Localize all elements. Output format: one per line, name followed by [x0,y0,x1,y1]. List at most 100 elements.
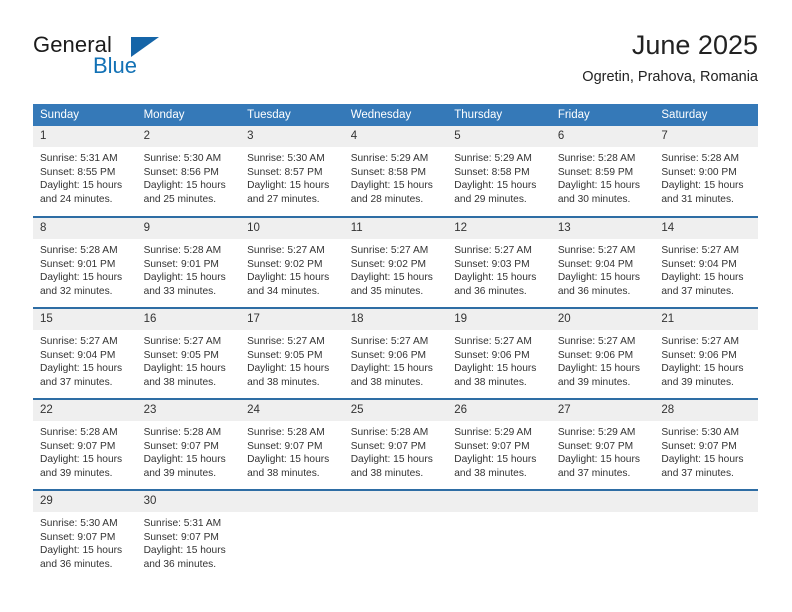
calendar-day-cell[interactable]: 7 Sunrise: 5:28 AM Sunset: 9:00 PM Daylight… [654,126,758,217]
day-details: Sunrise: 5:30 AM Sunset: 9:07 PM Daylight:… [654,421,758,480]
page-title: June 2025 [631,30,758,60]
sunrise-text: Sunrise: 5:29 AM [454,153,532,164]
day-number: 6 [550,126,655,147]
calendar-day-cell[interactable]: 10 Sunrise: 5:27 AM Sunset: 9:02 PM Dayligh… [240,216,344,308]
day-number: 14 [654,218,758,239]
sunset-text: Sunset: 8:56 PM [143,166,219,178]
calendar-day-cell[interactable]: 18 Sunrise: 5:27 AM Sunset: 9:06 PM Dayligh… [343,307,448,399]
daylight-text-line1: Daylight: 15 hours [143,454,226,466]
calendar-day-cell[interactable]: 3 Sunrise: 5:30 AM Sunset: 8:57 PM Daylight… [240,126,344,217]
daylight-text-line2: and 35 minutes. [350,285,424,297]
weekday-header-monday: Monday [136,104,241,126]
calendar-day-cell[interactable]: 23 Sunrise: 5:28 AM Sunset: 9:07 PM Dayligh… [136,398,241,490]
sunset-text: Sunset: 9:02 PM [247,258,323,270]
daylight-text-line2: and 37 minutes. [40,376,113,388]
calendar-day-cell[interactable]: 13 Sunrise: 5:27 AM Sunset: 9:04 PM Dayligh… [550,216,655,308]
calendar-day-cell-empty [447,489,551,581]
sunrise-text: Sunrise: 5:27 AM [350,336,429,347]
general-blue-logo[interactable]: General Blue [33,32,213,88]
daylight-text-line1: Daylight: 15 hours [557,363,640,375]
calendar-day-cell[interactable]: 25 Sunrise: 5:28 AM Sunset: 9:07 PM Dayligh… [343,398,448,490]
day-number: 16 [136,309,241,330]
day-number: 30 [136,491,241,512]
day-number: 8 [33,218,137,239]
day-number: 12 [447,218,551,239]
calendar-day-cell[interactable]: 28 Sunrise: 5:30 AM Sunset: 9:07 PM Dayligh… [654,398,758,490]
calendar-day-cell[interactable]: 6 Sunrise: 5:28 AM Sunset: 8:59 PM Daylight… [550,126,655,217]
calendar-week-row: 15 Sunrise: 5:27 AM Sunset: 9:04 PM Dayligh… [33,307,758,399]
calendar-day-cell[interactable]: 19 Sunrise: 5:27 AM Sunset: 9:06 PM Dayligh… [447,307,551,399]
calendar-day-cell[interactable]: 17 Sunrise: 5:27 AM Sunset: 9:05 PM Dayligh… [240,307,344,399]
sunrise-text: Sunrise: 5:29 AM [350,153,429,164]
daylight-text-line2: and 28 minutes. [350,193,424,205]
day-number [240,491,344,512]
daylight-text-line1: Daylight: 15 hours [143,180,226,192]
daylight-text-line2: and 24 minutes. [40,193,113,205]
day-number: 5 [447,126,551,147]
calendar-day-cell[interactable]: 16 Sunrise: 5:27 AM Sunset: 9:05 PM Dayligh… [136,307,241,399]
calendar-day-cell[interactable]: 8 Sunrise: 5:28 AM Sunset: 9:01 PM Daylight… [33,216,137,308]
calendar-day-cell[interactable]: 9 Sunrise: 5:28 AM Sunset: 9:01 PM Daylight… [136,216,241,308]
calendar-day-cell[interactable]: 27 Sunrise: 5:29 AM Sunset: 9:07 PM Dayligh… [550,398,655,490]
sunrise-text: Sunrise: 5:28 AM [247,427,325,438]
sunset-text: Sunset: 9:07 PM [350,440,427,452]
daylight-text-line2: and 38 minutes. [247,376,320,388]
day-details: Sunrise: 5:31 AM Sunset: 8:55 PM Daylight:… [33,147,137,206]
daylight-text-line1: Daylight: 15 hours [40,545,123,557]
calendar-day-cell-empty [343,489,448,581]
daylight-text-line2: and 37 minutes. [661,285,734,297]
calendar-day-cell[interactable]: 30 Sunrise: 5:31 AM Sunset: 9:07 PM Dayligh… [136,489,241,581]
calendar-day-cell[interactable]: 29 Sunrise: 5:30 AM Sunset: 9:07 PM Dayligh… [33,489,137,581]
sunset-text: Sunset: 9:03 PM [454,258,530,270]
day-number: 26 [447,400,551,421]
sunrise-text: Sunrise: 5:28 AM [40,427,118,438]
calendar-day-cell[interactable]: 20 Sunrise: 5:27 AM Sunset: 9:06 PM Dayligh… [550,307,655,399]
sunrise-text: Sunrise: 5:28 AM [661,153,739,164]
daylight-text-line1: Daylight: 15 hours [557,454,640,466]
daylight-text-line2: and 27 minutes. [247,193,320,205]
calendar-day-cell[interactable]: 1 Sunrise: 5:31 AM Sunset: 8:55 PM Daylight… [33,126,137,217]
daylight-text-line2: and 25 minutes. [143,193,217,205]
calendar-day-cell[interactable]: 14 Sunrise: 5:27 AM Sunset: 9:04 PM Dayligh… [654,216,758,308]
calendar-day-cell[interactable]: 15 Sunrise: 5:27 AM Sunset: 9:04 PM Dayligh… [33,307,137,399]
calendar-day-cell[interactable]: 26 Sunrise: 5:29 AM Sunset: 9:07 PM Dayligh… [447,398,551,490]
sunrise-text: Sunrise: 5:31 AM [40,153,118,164]
calendar-day-cell[interactable]: 22 Sunrise: 5:28 AM Sunset: 9:07 PM Dayligh… [33,398,137,490]
title-block: June 2025 Ogretin, Prahova, Romania [582,28,758,88]
sunset-text: Sunset: 9:04 PM [40,349,116,361]
calendar-day-cell[interactable]: 2 Sunrise: 5:30 AM Sunset: 8:56 PM Daylight… [136,126,241,217]
day-number: 15 [33,309,137,330]
day-details: Sunrise: 5:29 AM Sunset: 8:58 PM Daylight:… [344,147,448,206]
calendar-day-cell[interactable]: 21 Sunrise: 5:27 AM Sunset: 9:06 PM Dayligh… [654,307,758,399]
sunrise-text: Sunrise: 5:28 AM [143,245,222,256]
sunrise-text: Sunrise: 5:28 AM [40,245,118,256]
calendar-week-row: 22 Sunrise: 5:28 AM Sunset: 9:07 PM Dayligh… [33,398,758,490]
day-details: Sunrise: 5:28 AM Sunset: 9:00 PM Daylight:… [654,147,758,206]
day-number: 10 [240,218,344,239]
calendar-day-cell[interactable]: 5 Sunrise: 5:29 AM Sunset: 8:58 PM Daylight… [447,126,551,217]
day-details: Sunrise: 5:28 AM Sunset: 8:59 PM Daylight:… [551,147,655,206]
sunrise-text: Sunrise: 5:29 AM [557,427,636,438]
day-number: 18 [343,309,448,330]
daylight-text-line1: Daylight: 15 hours [454,363,537,375]
daylight-text-line2: and 39 minutes. [40,467,113,479]
calendar-day-cell[interactable]: 4 Sunrise: 5:29 AM Sunset: 8:58 PM Daylight… [343,126,448,217]
sunrise-text: Sunrise: 5:30 AM [40,518,118,529]
weekday-header-saturday: Saturday [654,104,758,126]
day-number: 17 [240,309,344,330]
daylight-text-line2: and 32 minutes. [40,285,113,297]
daylight-text-line1: Daylight: 15 hours [661,180,744,192]
daylight-text-line1: Daylight: 15 hours [143,272,226,284]
sunrise-text: Sunrise: 5:31 AM [143,518,222,529]
calendar-week-row: 1 Sunrise: 5:31 AM Sunset: 8:55 PM Daylight… [33,126,758,217]
calendar-day-cell[interactable]: 12 Sunrise: 5:27 AM Sunset: 9:03 PM Dayligh… [447,216,551,308]
sunset-text: Sunset: 9:06 PM [454,349,530,361]
sunset-text: Sunset: 8:58 PM [350,166,427,178]
calendar-day-cell[interactable]: 24 Sunrise: 5:28 AM Sunset: 9:07 PM Dayligh… [240,398,344,490]
daylight-text-line1: Daylight: 15 hours [40,363,123,375]
sunrise-text: Sunrise: 5:30 AM [143,153,222,164]
sunset-text: Sunset: 9:00 PM [661,166,737,178]
calendar-day-cell[interactable]: 11 Sunrise: 5:27 AM Sunset: 9:02 PM Dayligh… [343,216,448,308]
sunrise-sunset-calendar: Sunday Monday Tuesday Wednesday Thursday… [33,104,758,581]
day-details: Sunrise: 5:27 AM Sunset: 9:02 PM Daylight:… [240,239,344,298]
